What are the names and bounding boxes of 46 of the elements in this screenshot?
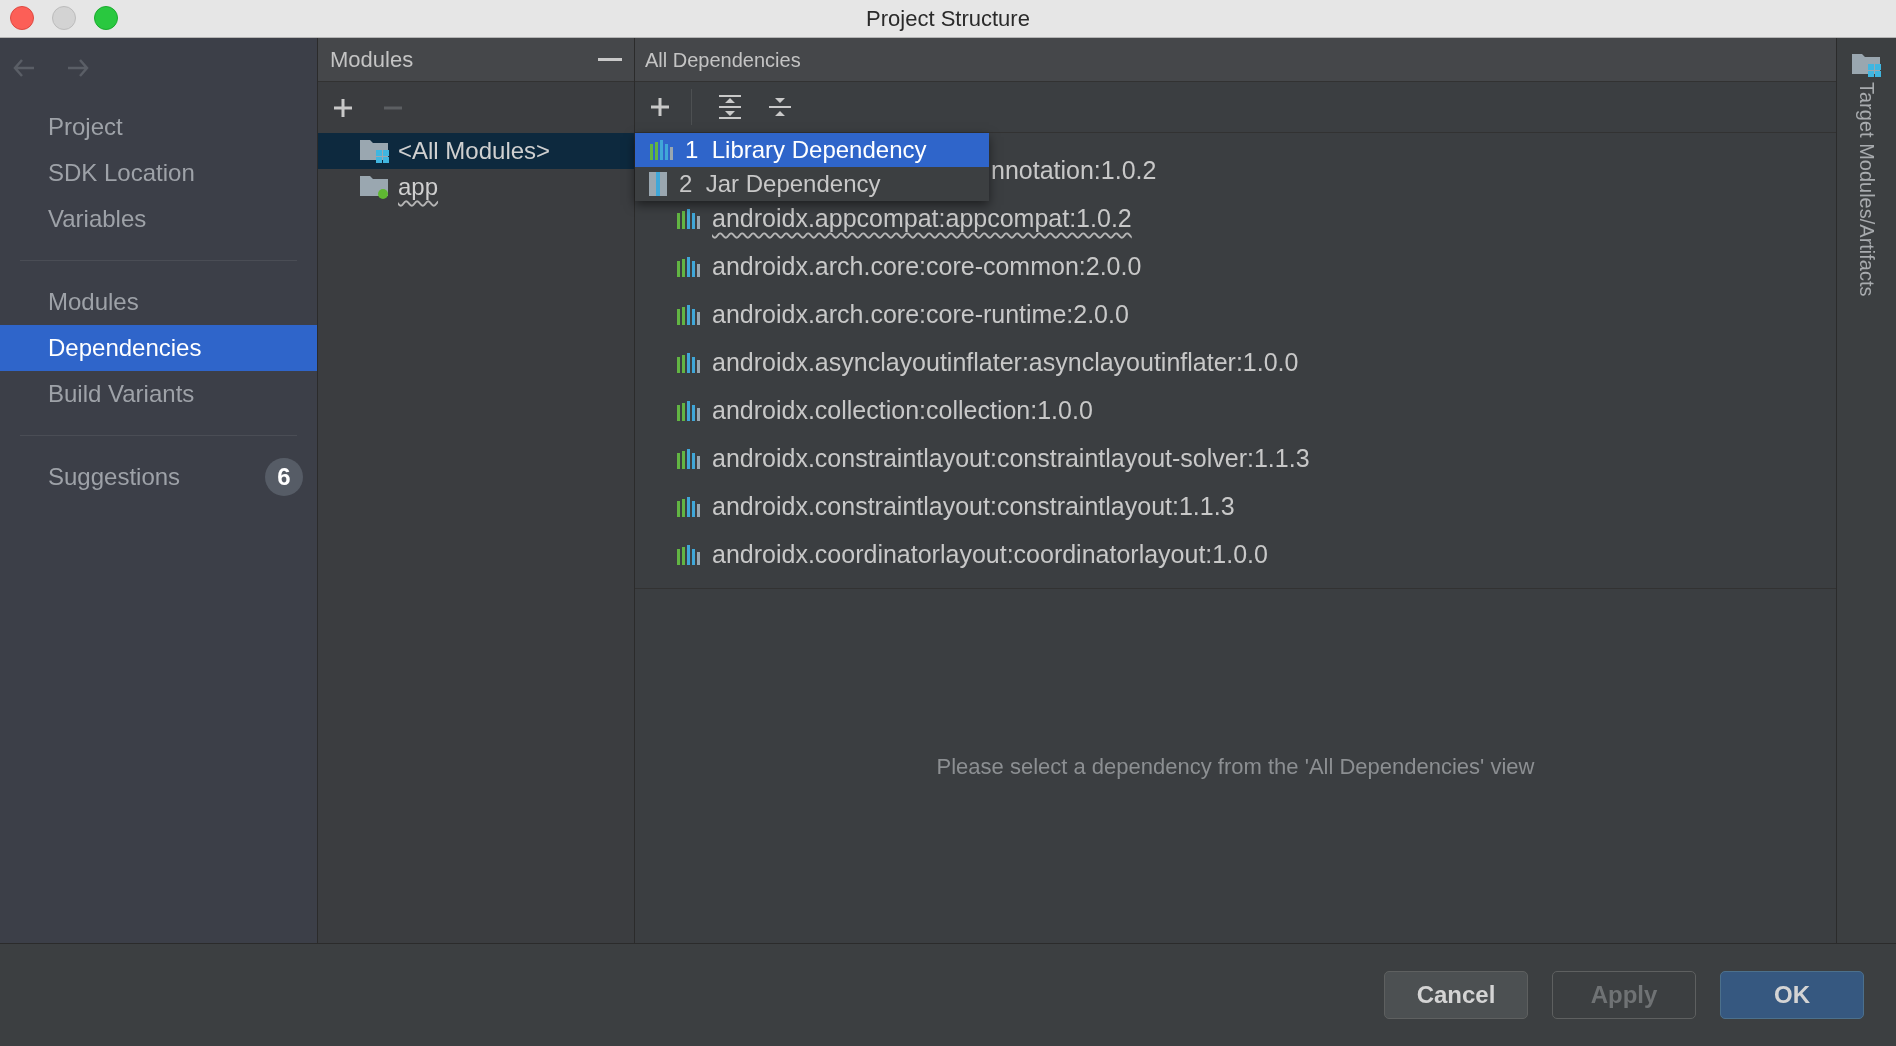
- sidebar-item[interactable]: Dependencies: [0, 325, 317, 371]
- library-icon: [676, 257, 700, 277]
- library-icon: [676, 449, 700, 469]
- menu-item[interactable]: 1 Library Dependency: [635, 133, 989, 167]
- sidebar-item[interactable]: SDK Location: [0, 150, 317, 196]
- library-icon: [649, 140, 673, 160]
- dependency-row[interactable]: androidx.constraintlayout:constraintlayout:1.1.3: [712, 488, 1235, 526]
- dependency-row[interactable]: androidx.asynclayoutinflater:asynclayoutinflater:1.0.0: [712, 344, 1299, 382]
- library-icon: [676, 209, 700, 229]
- window-title: Project Structure: [866, 5, 1030, 33]
- library-icon: [676, 305, 700, 325]
- sidebar-item[interactable]: Build Variants: [0, 371, 317, 417]
- zoom-window-icon[interactable]: [94, 6, 118, 30]
- dialog-button[interactable]: OK: [1720, 971, 1864, 1019]
- library-icon: [676, 545, 700, 565]
- count-badge: 6: [265, 458, 303, 496]
- module-item[interactable]: <All Modules>: [318, 133, 634, 169]
- menu-item[interactable]: 2 Jar Dependency: [635, 167, 989, 201]
- folder-grid-icon: [360, 138, 390, 164]
- panel-title: Modules: [330, 46, 414, 74]
- library-icon: [676, 497, 700, 517]
- sidebar-item[interactable]: Variables: [0, 196, 317, 242]
- library-icon: [676, 353, 700, 373]
- add-icon[interactable]: [332, 96, 354, 119]
- side-tool-tab[interactable]: Target Modules/Artifacts: [1851, 82, 1882, 297]
- close-window-icon[interactable]: [10, 6, 34, 30]
- sidebar-item[interactable]: Suggestions 6: [0, 454, 317, 500]
- dependency-row[interactable]: androidx.appcompat:appcompat:1.0.2: [712, 200, 1132, 238]
- dependency-row[interactable]: androidx.constraintlayout:constraintlayout-solver:1.1.3: [712, 440, 1310, 478]
- sidebar-item[interactable]: Project: [0, 104, 317, 150]
- panel-title: All Dependencies: [645, 47, 801, 73]
- add-icon[interactable]: [649, 96, 671, 118]
- expand-all-icon[interactable]: [718, 94, 742, 120]
- dependency-row[interactable]: nnotation:1.0.2: [991, 152, 1157, 190]
- module-item[interactable]: app: [318, 169, 634, 205]
- dependency-row[interactable]: androidx.arch.core:core-common:2.0.0: [712, 248, 1142, 286]
- library-icon: [676, 401, 700, 421]
- sidebar-item[interactable]: Modules: [0, 279, 317, 325]
- empty-state-message: Please select a dependency from the 'All Dependencies' view: [936, 752, 1535, 781]
- folder-grid-icon: [1851, 52, 1882, 78]
- dialog-button[interactable]: Cancel: [1384, 971, 1528, 1019]
- folder-dot-icon: [360, 174, 390, 200]
- dependency-row[interactable]: androidx.coordinatorlayout:coordinatorlayout:1.0.0: [712, 536, 1268, 574]
- archive-icon: [649, 172, 667, 196]
- dependency-row[interactable]: androidx.collection:collection:1.0.0: [712, 392, 1093, 430]
- dependency-row[interactable]: androidx.arch.core:core-runtime:2.0.0: [712, 296, 1129, 334]
